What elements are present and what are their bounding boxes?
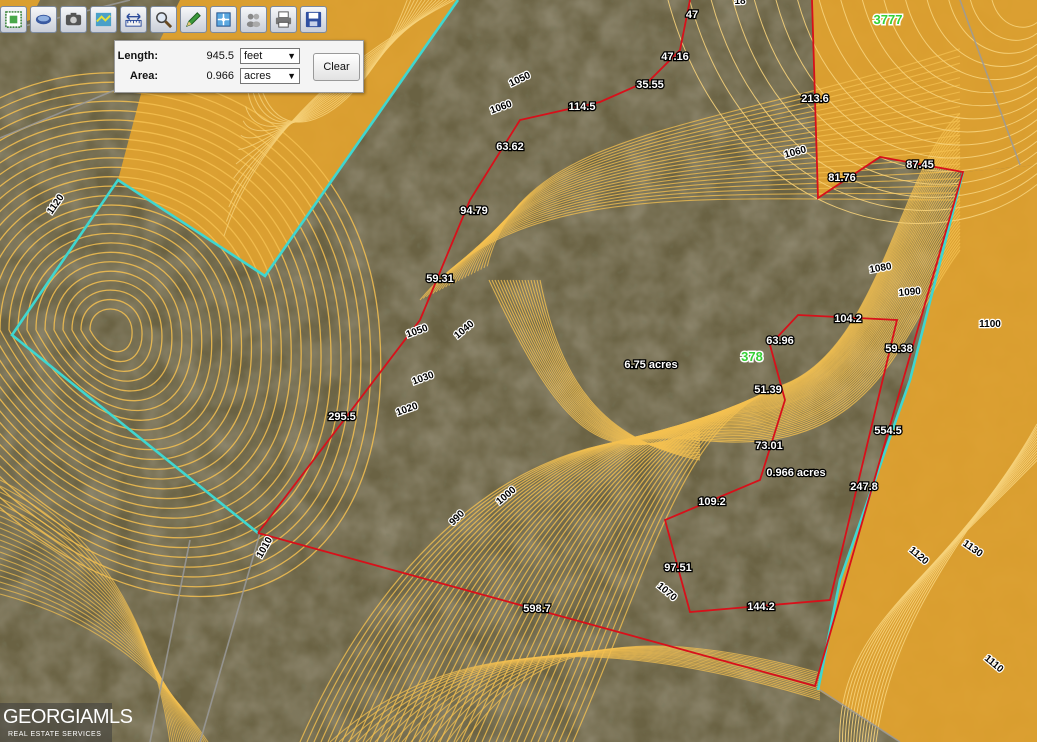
segment-length-label: 114.5	[569, 101, 596, 113]
segment-length-label: 63.96	[766, 335, 794, 347]
segment-length-label: 295.5	[328, 411, 356, 423]
parcel-area-label: 6.75 acres	[624, 359, 677, 371]
area-unit-select[interactable]: acres ▼	[240, 68, 300, 84]
layers-icon	[95, 12, 112, 27]
people-icon	[246, 13, 261, 28]
contour-elevation-label: 18	[734, 0, 746, 7]
segment-length-label: 35.55	[636, 79, 664, 91]
camera-icon	[65, 12, 82, 26]
globe-icon	[35, 14, 52, 25]
segment-length-label: 47	[686, 9, 698, 21]
segment-length-label: 47.16	[661, 51, 689, 63]
area-unit-value: acres	[244, 70, 271, 82]
save-button[interactable]	[300, 6, 327, 33]
logo-tagline: REAL ESTATE SERVICES	[8, 731, 102, 738]
select-tool-button[interactable]	[0, 6, 27, 33]
area-row: Area: 0.966 acres ▼	[115, 67, 300, 85]
segment-length-label: 63.62	[496, 141, 524, 153]
owners-button[interactable]	[240, 6, 267, 33]
area-label: Area:	[129, 70, 158, 82]
length-value: 945.5	[206, 50, 234, 62]
segment-length-label: 73.01	[755, 440, 783, 452]
print-button[interactable]	[270, 6, 297, 33]
length-row: Length: 945.5 feet ▼	[115, 47, 300, 65]
segment-length-label: 144.2	[747, 601, 775, 613]
select-grid-icon	[5, 11, 22, 28]
georgiamls-logo: GEORGIAMLS REAL ESTATE SERVICES	[0, 703, 133, 742]
chevron-down-icon: ▼	[287, 51, 296, 61]
draw-pencil-icon	[185, 12, 201, 28]
segment-length-label: 104.2	[834, 313, 862, 325]
length-unit-value: feet	[244, 50, 263, 62]
zoom-icon	[156, 12, 173, 29]
segment-length-label: 97.51	[664, 562, 692, 574]
area-value: 0.966	[206, 70, 234, 82]
basemap-button[interactable]	[30, 6, 57, 33]
segment-length-label: 59.38	[885, 343, 913, 355]
segment-length-label: 598.7	[523, 603, 551, 615]
save-icon	[305, 11, 322, 28]
print-icon	[275, 11, 292, 28]
extent-icon	[216, 12, 231, 27]
segment-length-label: 213.6	[801, 93, 829, 105]
length-label: Length:	[117, 50, 158, 62]
parcel-id-label: 378	[741, 349, 763, 364]
segment-length-label: 94.79	[460, 205, 488, 217]
map-view[interactable]: 47 47.16 35.55 114.5 63.62 94.79 59.31 295.5 598…	[0, 0, 1037, 742]
map-toolbar	[0, 6, 327, 36]
length-unit-select[interactable]: feet ▼	[240, 48, 300, 64]
segment-length-label: 87.45	[906, 159, 934, 171]
clear-button[interactable]: Clear	[313, 53, 360, 81]
segment-length-label: 51.39	[754, 384, 782, 396]
segment-length-label: 59.31	[426, 273, 454, 285]
logo-name: GEORGIAMLS	[3, 706, 133, 728]
chevron-down-icon: ▼	[287, 71, 296, 81]
segment-length-label: 247.8	[850, 481, 878, 493]
segment-length-label: 554.5	[874, 425, 902, 437]
segment-length-label: 81.76	[828, 172, 856, 184]
measure-button[interactable]	[120, 6, 147, 33]
full-extent-button[interactable]	[210, 6, 237, 33]
contour-elevation-label: 1100	[979, 319, 1001, 330]
parcel-id-label: 3777	[874, 12, 903, 27]
parcel-area-label: 0.966 acres	[766, 467, 825, 479]
imagery-button[interactable]	[60, 6, 87, 33]
measure-panel: Length: 945.5 feet ▼ Area: 0.966 acres ▼…	[114, 40, 364, 93]
contour-elevation-label: 1090	[898, 286, 922, 299]
segment-length-label: 109.2	[698, 496, 726, 508]
measure-icon	[125, 13, 142, 27]
zoom-button[interactable]	[150, 6, 177, 33]
layers-button[interactable]	[90, 6, 117, 33]
draw-button[interactable]	[180, 6, 207, 33]
